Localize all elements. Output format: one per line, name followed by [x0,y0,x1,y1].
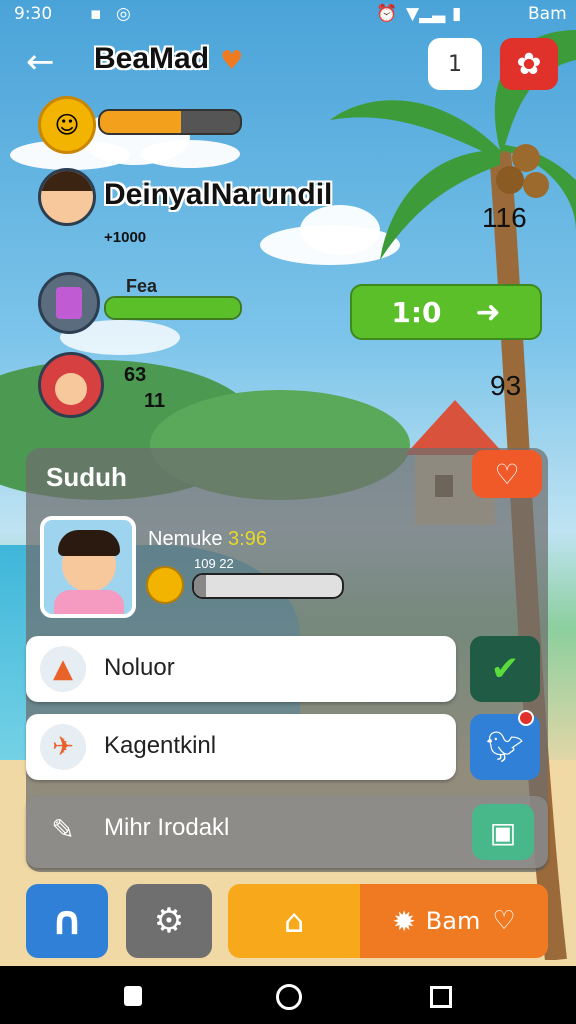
list-item[interactable]: ▲ Noluor [26,636,456,702]
status-bar: 9:30 ▪ ◎ ⏰ ▼▂▃ ▮ Bam [0,0,576,30]
status-time: 9:30 [14,4,53,24]
settings-button[interactable]: ✿ [500,38,558,90]
status-right-text: Bam [528,4,567,24]
favorite-button[interactable]: ♡ [472,450,542,498]
player2-tag: Fea [126,276,158,296]
play-button[interactable]: 1:0 ➜ [350,284,542,340]
home-button[interactable]: ∩ [26,884,108,958]
list-item[interactable]: ✈ Kagentkinl [26,714,456,780]
xp-bar [98,109,242,135]
store-icon: ▣ [489,815,517,849]
check-icon: ✔ [490,649,520,689]
list-item[interactable]: ✎ Mihr Irodakl ▣ [26,796,548,868]
pin-icon: ✎ [51,812,75,846]
notebook-label: 1 [448,51,462,77]
heart-icon: ♥ [220,46,244,76]
player3-avatar [38,352,104,418]
recents-button[interactable] [124,986,142,1006]
heart-outline-icon: ♡ [494,457,520,491]
store-button[interactable]: ▣ [472,804,534,860]
twitter-button[interactable]: 🐦︎ [470,710,540,780]
twitter-bird-icon: 🐦︎ [485,729,525,765]
signal-icon: ▼▂▃ [406,4,446,24]
gear-icon: ✿ [516,46,542,82]
profile-name-text: Nemuke [148,528,223,550]
action-button[interactable]: ✹ Bam ♡ [360,884,548,958]
gold-coin-icon [146,566,184,604]
gear-icon: ✹ [392,904,416,938]
list-item-label: Noluor [104,654,175,681]
player3-label-top: 63 [124,364,147,386]
list-item-label: Mihr Irodakl [104,814,230,841]
back-button[interactable]: ← [26,42,66,82]
notebook-button[interactable]: 1 [428,38,482,90]
check-button[interactable]: ✔ [470,636,540,702]
sync-icon: ◎ [116,4,131,24]
profile-progress-bar [192,573,344,599]
camera-icon: ⚙ [153,901,185,941]
coin-badge: ☺ [38,96,96,154]
sd-card-icon: ▪ [90,4,102,24]
arrow-left-icon: ← [26,42,55,82]
profile-sub: 109 22 [194,556,234,571]
shop-button[interactable]: ⌂ [228,884,360,958]
heart-outline-icon: ♡ [492,906,516,936]
action-button-label: Bam [425,907,481,935]
profile-name: Nemuke 3:96 [148,528,267,551]
play-button-label: 1:0 [391,295,442,329]
game-title: BeaMad [94,42,210,75]
tablet-icon [38,272,100,334]
xp-fill [100,111,182,133]
player-sub-value: +1000 [104,229,147,246]
profile-card[interactable] [40,516,136,618]
google-ads-icon: ▲ [40,646,86,692]
house-icon: ⌂ [283,902,305,940]
arrow-right-icon: ➜ [475,294,501,330]
player2-progress-bar [104,296,242,320]
alarm-icon: ⏰ [376,4,398,24]
camera-button[interactable]: ⚙ [126,884,212,958]
player-score: 116 [482,202,527,233]
notification-dot [518,710,534,726]
panel-title: Suduh [46,462,127,492]
home-nav-button[interactable] [276,984,302,1010]
home-icon: ∩ [50,898,84,944]
profile-name-value: 3:96 [228,528,267,550]
player-avatar [38,168,96,226]
player-name: DeinyalNarundil [104,178,333,211]
overview-button[interactable] [430,986,452,1008]
player3-label-bottom: 11 [144,390,166,412]
rocket-icon: ✈ [40,724,86,770]
system-nav-bar [0,966,576,1024]
battery-icon: ▮ [452,4,462,24]
list-item-label: Kagentkinl [104,732,217,759]
player3-score: 93 [490,370,522,401]
